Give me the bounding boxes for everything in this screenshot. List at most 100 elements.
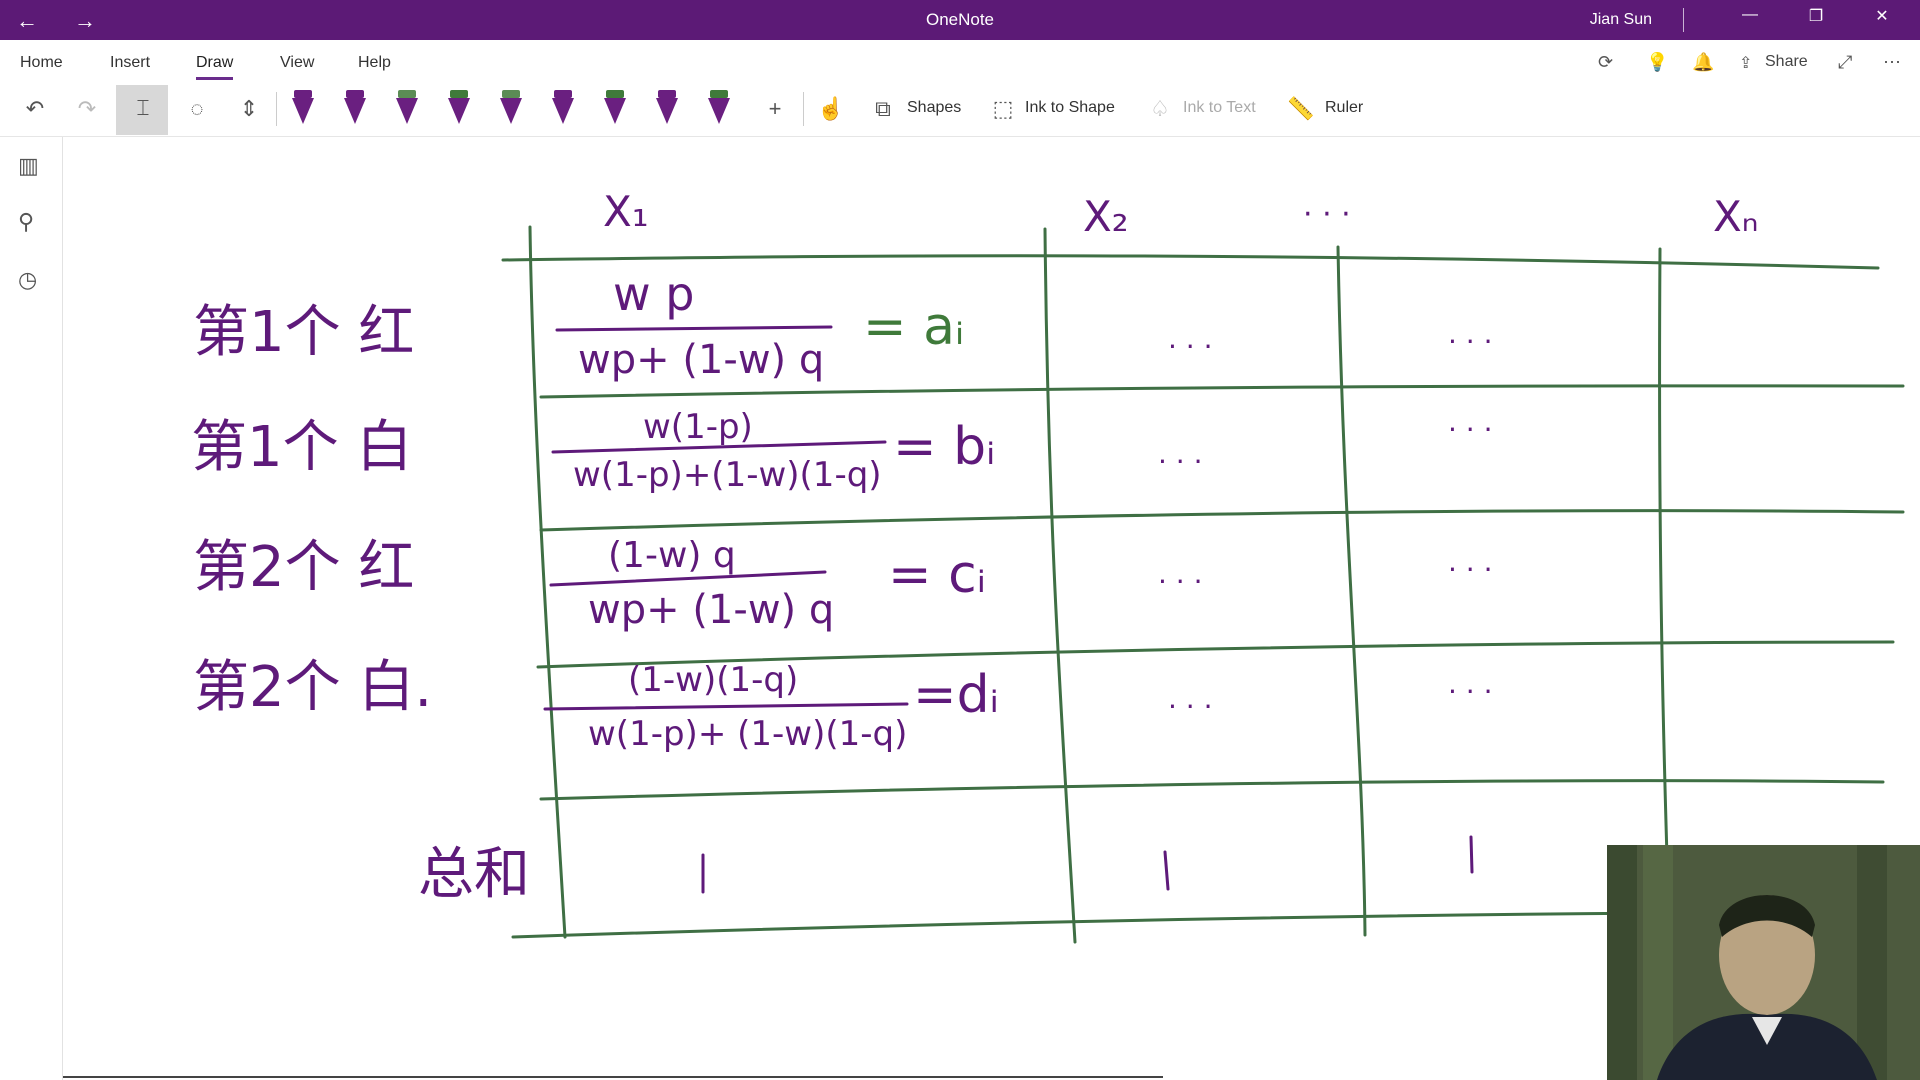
fullscreen-icon[interactable]: ⤢ bbox=[1838, 52, 1852, 73]
formula-4-result: =dᵢ bbox=[913, 665, 999, 725]
shapes-button[interactable]: Shapes bbox=[907, 99, 961, 117]
ruler-button[interactable]: Ruler bbox=[1325, 99, 1363, 117]
add-pen-icon[interactable]: + bbox=[760, 96, 790, 122]
share-icon[interactable]: ⇪ bbox=[1739, 53, 1752, 73]
pen-cap bbox=[710, 90, 728, 98]
table-hline bbox=[539, 779, 1885, 801]
close-button[interactable]: ✕ bbox=[1862, 6, 1902, 26]
pen-9-icon[interactable] bbox=[708, 90, 730, 128]
search-icon[interactable]: ⚲ bbox=[18, 209, 34, 235]
formula-2-denominator: w(1-p)+(1-w)(1-q) bbox=[573, 455, 882, 495]
pen-body bbox=[552, 98, 574, 124]
tab-view[interactable]: View bbox=[280, 54, 314, 72]
pen-body bbox=[448, 98, 470, 124]
pen-cap bbox=[554, 90, 572, 98]
ink-to-shape-icon[interactable]: ⬚ bbox=[988, 96, 1018, 122]
draw-toolbar: ↶ ↷ ⌶ ◌ ⇕ + ☝ ⧉ Shapes ⬚ Ink to Shape ♤ … bbox=[0, 82, 1920, 137]
cell-dots: . . . bbox=[1168, 322, 1213, 355]
table-hline bbox=[501, 254, 1880, 270]
select-cursor-icon: ⌶ bbox=[136, 95, 150, 120]
toolbar-divider bbox=[276, 92, 277, 126]
pen-cap bbox=[606, 90, 624, 98]
undo-icon[interactable]: ↶ bbox=[20, 96, 50, 122]
cell-dots: . . . bbox=[1158, 437, 1203, 470]
fraction-bar bbox=[555, 325, 833, 332]
table-vline bbox=[1043, 227, 1077, 944]
pen-1-icon[interactable] bbox=[292, 90, 314, 128]
formula-4-numerator: (1-w)(1-q) bbox=[628, 660, 799, 700]
tab-home[interactable]: Home bbox=[20, 54, 63, 72]
row-label-1: 第1个 红 bbox=[193, 300, 415, 365]
ruler-icon[interactable]: 📏 bbox=[1286, 96, 1316, 122]
tab-insert[interactable]: Insert bbox=[110, 54, 150, 72]
formula-2-numerator: w(1-p) bbox=[643, 407, 753, 447]
pen-4-icon[interactable] bbox=[448, 90, 470, 128]
more-options-icon[interactable]: ⋯ bbox=[1883, 52, 1901, 73]
title-bar: ← → OneNote Jian Sun — ❐ ✕ bbox=[0, 0, 1920, 40]
table-hline bbox=[539, 384, 1905, 399]
row-label-2: 第1个 白 bbox=[191, 415, 413, 480]
bell-icon[interactable]: 🔔 bbox=[1692, 52, 1714, 73]
cell-dots: . . . bbox=[1448, 405, 1493, 438]
redo-icon[interactable]: ↷ bbox=[72, 96, 102, 122]
tab-draw[interactable]: Draw bbox=[196, 54, 234, 80]
row-label-3: 第2个 红 bbox=[193, 535, 415, 600]
ink-to-text-icon: ♤ bbox=[1150, 96, 1170, 121]
col-header-x2: X₂ bbox=[1083, 192, 1129, 241]
left-navigation-rail: ▥ ⚲ ◷ bbox=[0, 137, 63, 1080]
toolbar-divider bbox=[803, 92, 804, 126]
pen-cap bbox=[346, 90, 364, 98]
lasso-select-icon[interactable]: ◌ bbox=[182, 96, 212, 122]
sum-one-stroke bbox=[1163, 850, 1170, 891]
pen-body bbox=[396, 98, 418, 124]
col-header-ellipsis: · · · bbox=[1303, 197, 1351, 232]
recent-clock-icon[interactable]: ◷ bbox=[18, 267, 37, 293]
lightbulb-icon[interactable]: 💡 bbox=[1646, 52, 1668, 73]
presenter-video bbox=[1657, 895, 1877, 1080]
formula-1-numerator: w p bbox=[613, 267, 695, 321]
share-button[interactable]: Share bbox=[1765, 53, 1808, 71]
table-vline bbox=[1336, 245, 1367, 937]
pen-2-icon[interactable] bbox=[344, 90, 366, 128]
add-space-icon[interactable]: ⇕ bbox=[234, 96, 264, 122]
formula-3-result: = cᵢ bbox=[888, 545, 986, 605]
col-header-xn: Xₙ bbox=[1713, 192, 1759, 241]
pen-6-icon[interactable] bbox=[552, 90, 574, 128]
cell-dots: . . . bbox=[1448, 667, 1493, 700]
pen-body bbox=[708, 98, 730, 124]
minimize-button[interactable]: — bbox=[1730, 6, 1770, 24]
titlebar-divider bbox=[1683, 8, 1684, 32]
sync-icon[interactable]: ⟳ bbox=[1598, 52, 1613, 73]
select-objects-button[interactable]: ⌶ bbox=[116, 85, 168, 135]
pen-5-icon[interactable] bbox=[500, 90, 522, 128]
formula-2-result: = bᵢ bbox=[893, 417, 996, 477]
cell-dots: . . . bbox=[1158, 557, 1203, 590]
restore-button[interactable]: ❐ bbox=[1796, 6, 1836, 26]
cell-dots: . . . bbox=[1448, 317, 1493, 350]
ink-to-text-button[interactable]: Ink to Text bbox=[1183, 99, 1256, 117]
pen-7-icon[interactable] bbox=[604, 90, 626, 128]
shapes-icon[interactable]: ⧉ bbox=[868, 96, 898, 122]
pen-3-icon[interactable] bbox=[396, 90, 418, 128]
table-vline bbox=[528, 225, 567, 939]
formula-1-denominator: wp+ (1-w) q bbox=[578, 337, 825, 383]
cell-dots: . . . bbox=[1448, 545, 1493, 578]
pen-cap bbox=[502, 90, 520, 98]
col-header-x1: X₁ bbox=[603, 187, 649, 236]
formula-3-denominator: wp+ (1-w) q bbox=[588, 587, 835, 633]
cell-dots: . . . bbox=[1168, 682, 1213, 715]
formula-4-denominator: w(1-p)+ (1-w)(1-q) bbox=[588, 714, 908, 754]
notebooks-icon[interactable]: ▥ bbox=[18, 153, 39, 179]
pen-8-icon[interactable] bbox=[656, 90, 678, 128]
pen-body bbox=[292, 98, 314, 124]
sum-label: 总和 bbox=[418, 842, 530, 907]
tab-help[interactable]: Help bbox=[358, 54, 391, 72]
pen-body bbox=[656, 98, 678, 124]
ribbon-tabs: Home Insert Draw View Help ⟳ 💡 🔔 ⇪ Share… bbox=[0, 40, 1920, 82]
pen-cap bbox=[294, 90, 312, 98]
user-name[interactable]: Jian Sun bbox=[1590, 11, 1652, 29]
table-hline bbox=[539, 509, 1905, 532]
touch-drawing-icon[interactable]: ☝ bbox=[816, 96, 846, 122]
webcam-overlay bbox=[1607, 845, 1920, 1080]
ink-to-shape-button[interactable]: Ink to Shape bbox=[1025, 99, 1115, 117]
